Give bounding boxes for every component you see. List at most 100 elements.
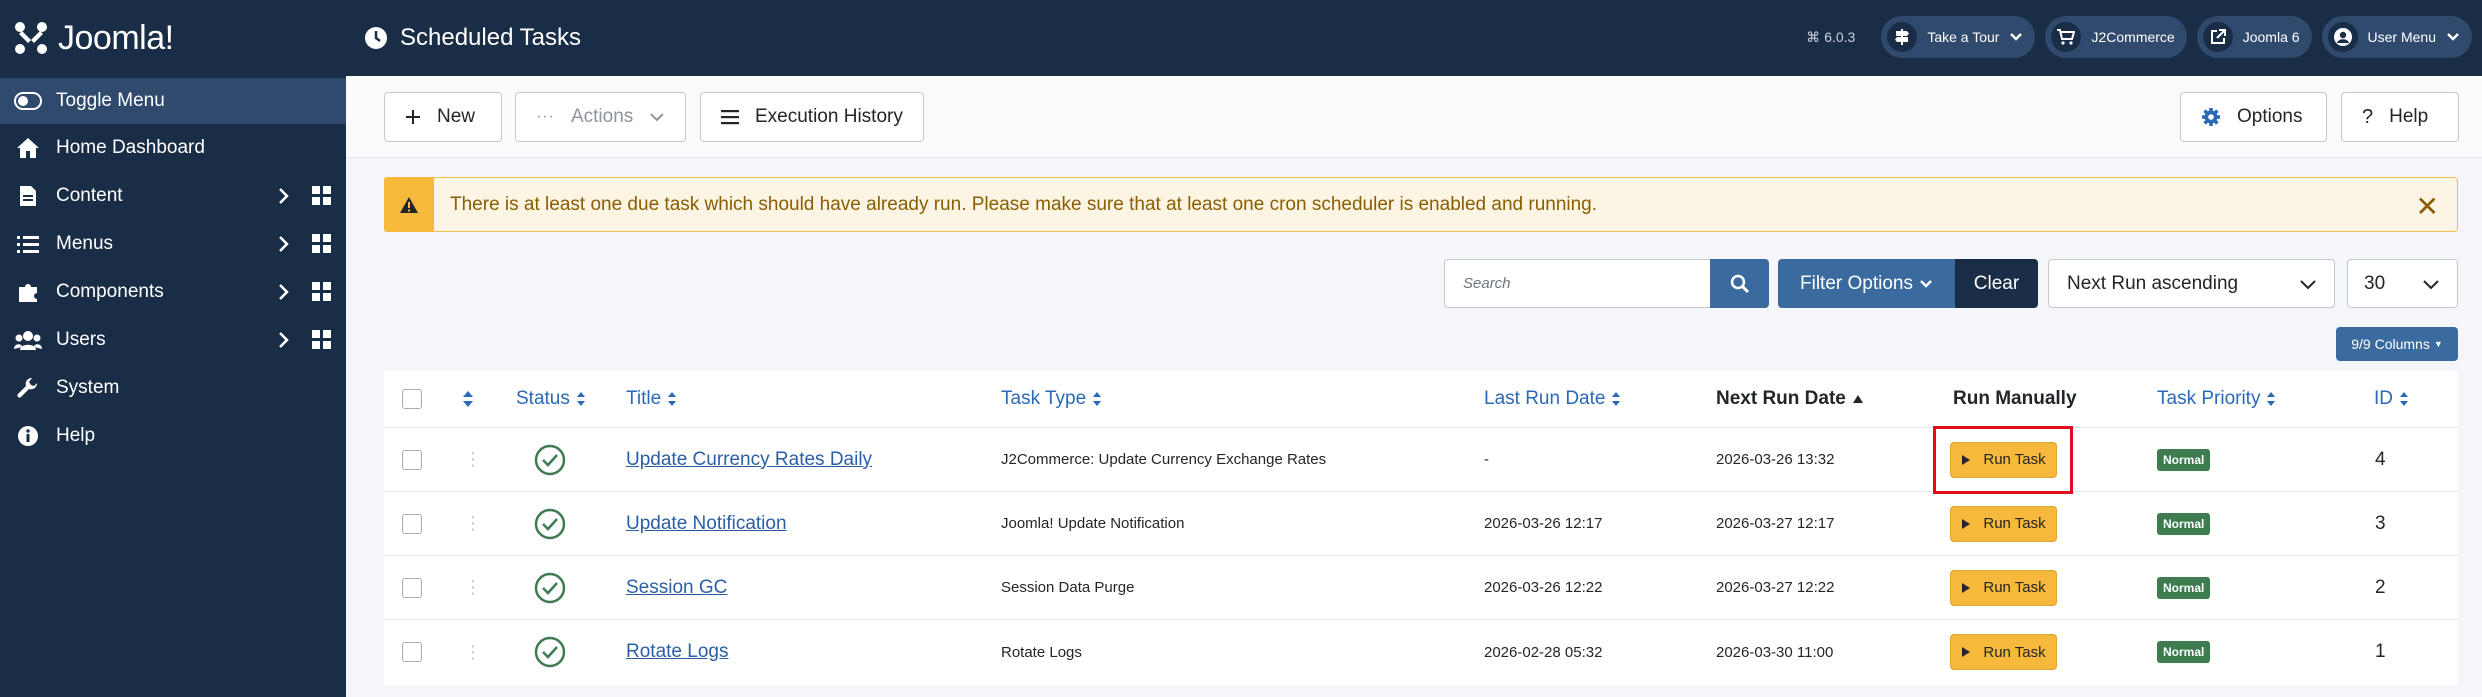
take-a-tour-button[interactable]: Take a Tour (1881, 16, 2036, 58)
task-title-link[interactable]: Session GC (626, 577, 727, 599)
row-checkbox[interactable] (402, 642, 422, 662)
play-icon (1962, 518, 1971, 529)
sidebar-item-menus[interactable]: Menus (0, 220, 346, 268)
priority-badge: Normal (2157, 448, 2211, 471)
chevron-down-icon (2010, 33, 2023, 41)
run-task-button[interactable]: Run Task (1950, 634, 2057, 670)
chevron-down-icon (1920, 279, 1932, 288)
row-checkbox[interactable] (402, 577, 422, 598)
last-run-date: 2026-03-26 12:22 (1484, 579, 1603, 596)
joomla-logo-icon (15, 22, 47, 54)
priority-badge: Normal (2157, 576, 2211, 599)
filter-options-button[interactable]: Filter Options (1778, 259, 1955, 308)
sidebar-item-label: Help (56, 425, 96, 446)
row-checkbox[interactable] (402, 513, 422, 534)
user-menu-button[interactable]: User Menu (2321, 16, 2472, 58)
sidebar-item-help[interactable]: Help (0, 412, 346, 460)
search-icon (1730, 274, 1749, 293)
sidebar-item-toggle-menu[interactable]: Toggle Menu (0, 78, 346, 124)
joomla-logo[interactable]: Joomla! (0, 0, 346, 76)
puzzle-icon (14, 278, 42, 306)
options-button[interactable]: Options (2180, 92, 2327, 142)
sidebar-item-label: Content (56, 185, 123, 206)
dashboard-grid-icon[interactable] (312, 234, 332, 254)
sidebar-item-content[interactable]: Content (0, 172, 346, 220)
sidebar-item-users[interactable]: Users (0, 316, 346, 364)
sort-icon (1093, 392, 1102, 406)
sidebar-item-system[interactable]: System (0, 364, 346, 412)
task-type-header[interactable]: Task Type (1001, 371, 1102, 427)
task-id: 1 (2375, 641, 2386, 662)
task-title-link[interactable]: Update Currency Rates Daily (626, 449, 872, 471)
task-title-link[interactable]: Rotate Logs (626, 641, 728, 663)
row-checkbox[interactable] (402, 449, 422, 470)
drag-handle-icon[interactable]: ⋮ (464, 556, 482, 619)
title-header[interactable]: Title (626, 371, 677, 427)
drag-handle-icon[interactable]: ⋮ (464, 428, 482, 491)
id-header[interactable]: ID (2374, 371, 2409, 427)
status-header[interactable]: Status (516, 371, 586, 427)
list-icon (14, 230, 42, 258)
list-limit-select[interactable]: 30 (2347, 259, 2458, 308)
home-icon (14, 134, 42, 162)
last-run-date-header[interactable]: Last Run Date (1484, 371, 1621, 427)
j2commerce-button[interactable]: J2Commerce (2045, 16, 2187, 58)
sort-icon (576, 392, 585, 406)
task-type: Rotate Logs (1001, 643, 1082, 661)
status-enabled-icon[interactable] (534, 428, 566, 491)
chevron-right-icon[interactable] (278, 331, 290, 349)
sidebar-item-components[interactable]: Components (0, 268, 346, 316)
sidebar: Joomla! Toggle Menu Home Dashboard Conte… (0, 0, 346, 697)
task-title-link[interactable]: Update Notification (626, 513, 787, 535)
task-priority-header[interactable]: Task Priority (2157, 371, 2276, 427)
chevron-right-icon[interactable] (278, 235, 290, 253)
new-button[interactable]: New (384, 92, 502, 142)
table-row: ⋮ Session GC Session Data Purge 2026-03-… (384, 556, 2458, 620)
sort-icon (463, 391, 473, 407)
execution-history-button[interactable]: Execution History (700, 92, 924, 142)
actions-button[interactable]: ··· Actions (515, 92, 686, 142)
top-header: Scheduled Tasks ⌘ 6.0.3 Take a Tour J2Co… (346, 0, 2482, 76)
next-run-date: 2026-03-27 12:22 (1716, 579, 1835, 596)
drag-handle-icon[interactable]: ⋮ (464, 492, 482, 555)
chevron-down-icon (2300, 280, 2316, 290)
sidebar-item-label: System (56, 377, 120, 398)
last-run-date: 2026-02-28 05:32 (1484, 643, 1603, 661)
close-icon[interactable]: ✕ (2416, 190, 2439, 223)
status-enabled-icon[interactable] (534, 620, 566, 684)
drag-handle-icon[interactable]: ⋮ (464, 620, 482, 684)
search-input[interactable]: Search (1444, 259, 1710, 308)
dashboard-grid-icon[interactable] (312, 282, 332, 302)
chevron-right-icon[interactable] (278, 283, 290, 301)
wrench-icon (14, 374, 42, 402)
clear-button[interactable]: Clear (1955, 259, 2038, 308)
sort-select[interactable]: Next Run ascending (2048, 259, 2335, 308)
sidebar-item-home-dashboard[interactable]: Home Dashboard (0, 124, 346, 172)
chevron-down-icon (2423, 280, 2439, 290)
task-id: 4 (2375, 448, 2386, 470)
users-icon (14, 326, 42, 354)
signpost-icon (1887, 22, 1918, 52)
joomla-6-button[interactable]: Joomla 6 (2196, 16, 2312, 58)
ordering-sort-header[interactable] (462, 371, 474, 427)
next-run-date-header[interactable]: Next Run Date (1716, 371, 1864, 427)
search-button[interactable] (1710, 259, 1769, 308)
task-type: Session Data Purge (1001, 579, 1135, 596)
ellipsis-icon: ··· (536, 108, 555, 125)
dashboard-grid-icon[interactable] (312, 186, 332, 206)
columns-toggle-button[interactable]: 9/9 Columns ▼ (2336, 327, 2458, 361)
task-id: 2 (2375, 576, 2386, 598)
status-enabled-icon[interactable] (534, 556, 566, 619)
warning-alert: There is at least one due task which sho… (384, 177, 2458, 232)
chevron-right-icon[interactable] (278, 187, 290, 205)
next-run-date: 2026-03-27 12:17 (1716, 515, 1835, 532)
help-button[interactable]: ? Help (2341, 92, 2459, 142)
dashboard-grid-icon[interactable] (312, 330, 332, 350)
highlight-box (1933, 426, 2073, 494)
select-all-checkbox[interactable] (402, 389, 422, 409)
joomla-small-icon: ⌘ (1806, 28, 1821, 45)
run-task-button[interactable]: Run Task (1950, 505, 2057, 542)
status-enabled-icon[interactable] (534, 492, 566, 555)
run-task-button[interactable]: Run Task (1950, 569, 2057, 606)
task-type: Joomla! Update Notification (1001, 515, 1185, 532)
